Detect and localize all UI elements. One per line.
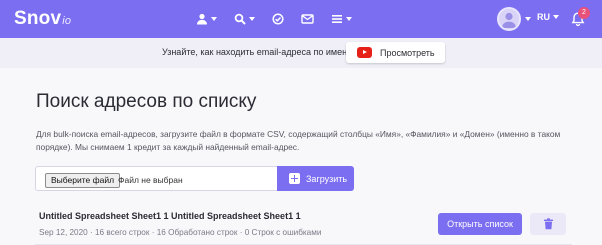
chevron-down-icon [553,15,559,19]
user-avatar[interactable] [497,7,521,31]
choose-file-button[interactable]: Выберите файл [45,173,121,188]
notification-count-badge: 2 [578,7,590,19]
file-list-meta: Sep 12, 2020 · 16 всего строк · 16 Обраб… [39,228,322,237]
nav-prospects[interactable] [192,8,221,30]
menu-icon [332,15,342,23]
plus-icon [289,173,300,184]
info-banner-text: Узнайте, как находить email-адреса по им… [162,47,353,57]
file-status-text: Файл не выбран [118,175,183,185]
chevron-down-icon [346,17,352,21]
page-description: Для bulk-поиска email-адресов, загрузите… [36,129,561,152]
search-icon [234,13,246,25]
file-list-name[interactable]: Untitled Spreadsheet Sheet1 1 Untitled S… [39,211,301,221]
check-circle-icon [272,13,284,25]
mail-icon [301,14,314,24]
nav-campaigns[interactable] [297,8,318,30]
user-icon [197,13,207,25]
info-banner: Узнайте, как находить email-адреса по им… [0,38,602,68]
main-nav [192,8,356,30]
chevron-down-icon [249,17,255,21]
language-selector[interactable]: RU [537,12,559,22]
trash-icon [543,218,553,230]
chevron-down-icon [211,17,217,21]
list-item: Untitled Spreadsheet Sheet1 1 Untitled S… [35,204,572,245]
logo-main-text: Snov [14,8,62,29]
language-label: RU [537,12,550,22]
page-title: Поиск адресов по списку [36,91,257,112]
file-upload-form: Выберите файл Файл не выбран Загрузить [35,166,354,191]
upload-button-label: Загрузить [306,173,348,184]
nav-more[interactable] [327,8,356,30]
logo-suffix-text: io [62,15,72,27]
top-navigation-bar: Snovio RU 2 [0,0,602,38]
youtube-icon [357,47,372,58]
open-list-label: Открыть список [447,219,513,229]
avatar-placeholder-icon [502,12,516,28]
watch-video-button[interactable]: Просмотреть [346,42,445,63]
snovio-logo[interactable]: Snovio [14,8,71,30]
upload-button[interactable]: Загрузить [277,166,354,191]
watch-video-label: Просмотреть [380,47,435,58]
delete-list-button[interactable] [530,213,566,235]
open-list-button[interactable]: Открыть список [438,213,522,235]
nav-search[interactable] [230,8,259,30]
avatar-chevron-down-icon[interactable] [525,17,531,21]
nav-verifier[interactable] [268,8,288,30]
